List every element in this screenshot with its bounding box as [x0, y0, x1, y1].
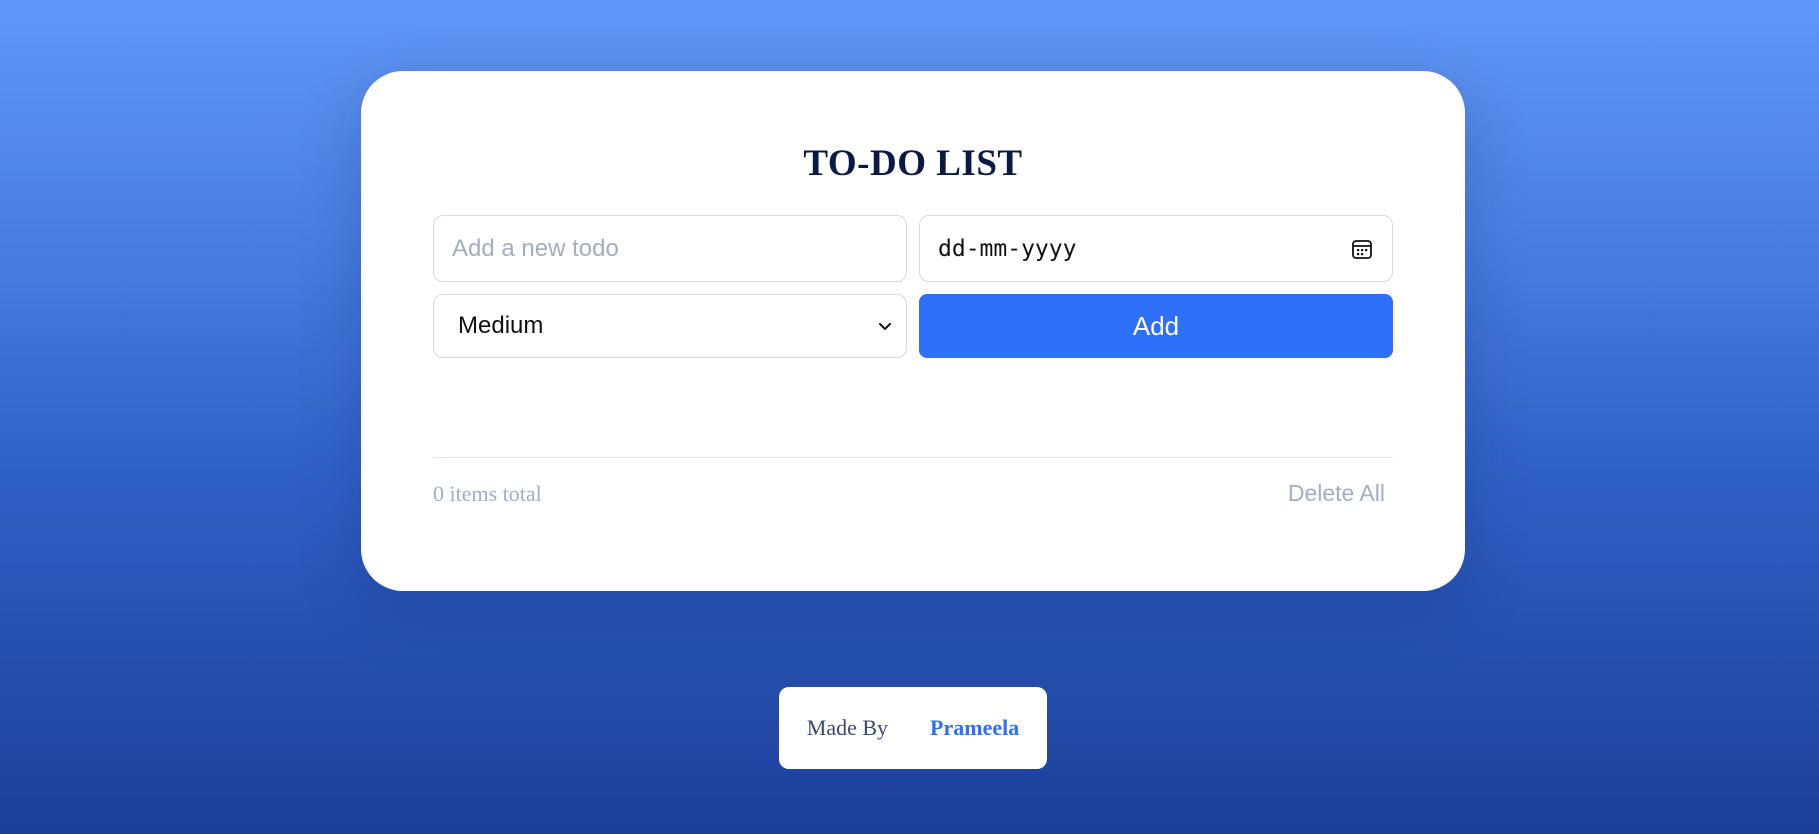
made-by-label: Made By: [806, 715, 889, 740]
todo-card: TO-DO LIST dd-mm-yyyy Medium Add 0 items…: [361, 71, 1465, 591]
date-input[interactable]: dd-mm-yyyy: [919, 215, 1393, 282]
items-total-count: 0 items total: [433, 481, 542, 506]
priority-select[interactable]: Medium: [433, 294, 907, 358]
author-link[interactable]: Prameela: [930, 715, 1019, 741]
page-title: TO-DO LIST: [803, 143, 1023, 184]
divider: [433, 457, 1393, 458]
todo-input[interactable]: [433, 215, 907, 282]
footer-credit: Made By Prameela: [779, 687, 1047, 769]
priority-select-value: Medium: [458, 312, 544, 339]
date-input-placeholder: dd-mm-yyyy: [938, 235, 1077, 262]
calendar-icon[interactable]: [1350, 237, 1374, 261]
chevron-down-icon: [876, 317, 894, 335]
delete-all-button[interactable]: Delete All: [1288, 480, 1385, 507]
add-button[interactable]: Add: [919, 294, 1393, 358]
